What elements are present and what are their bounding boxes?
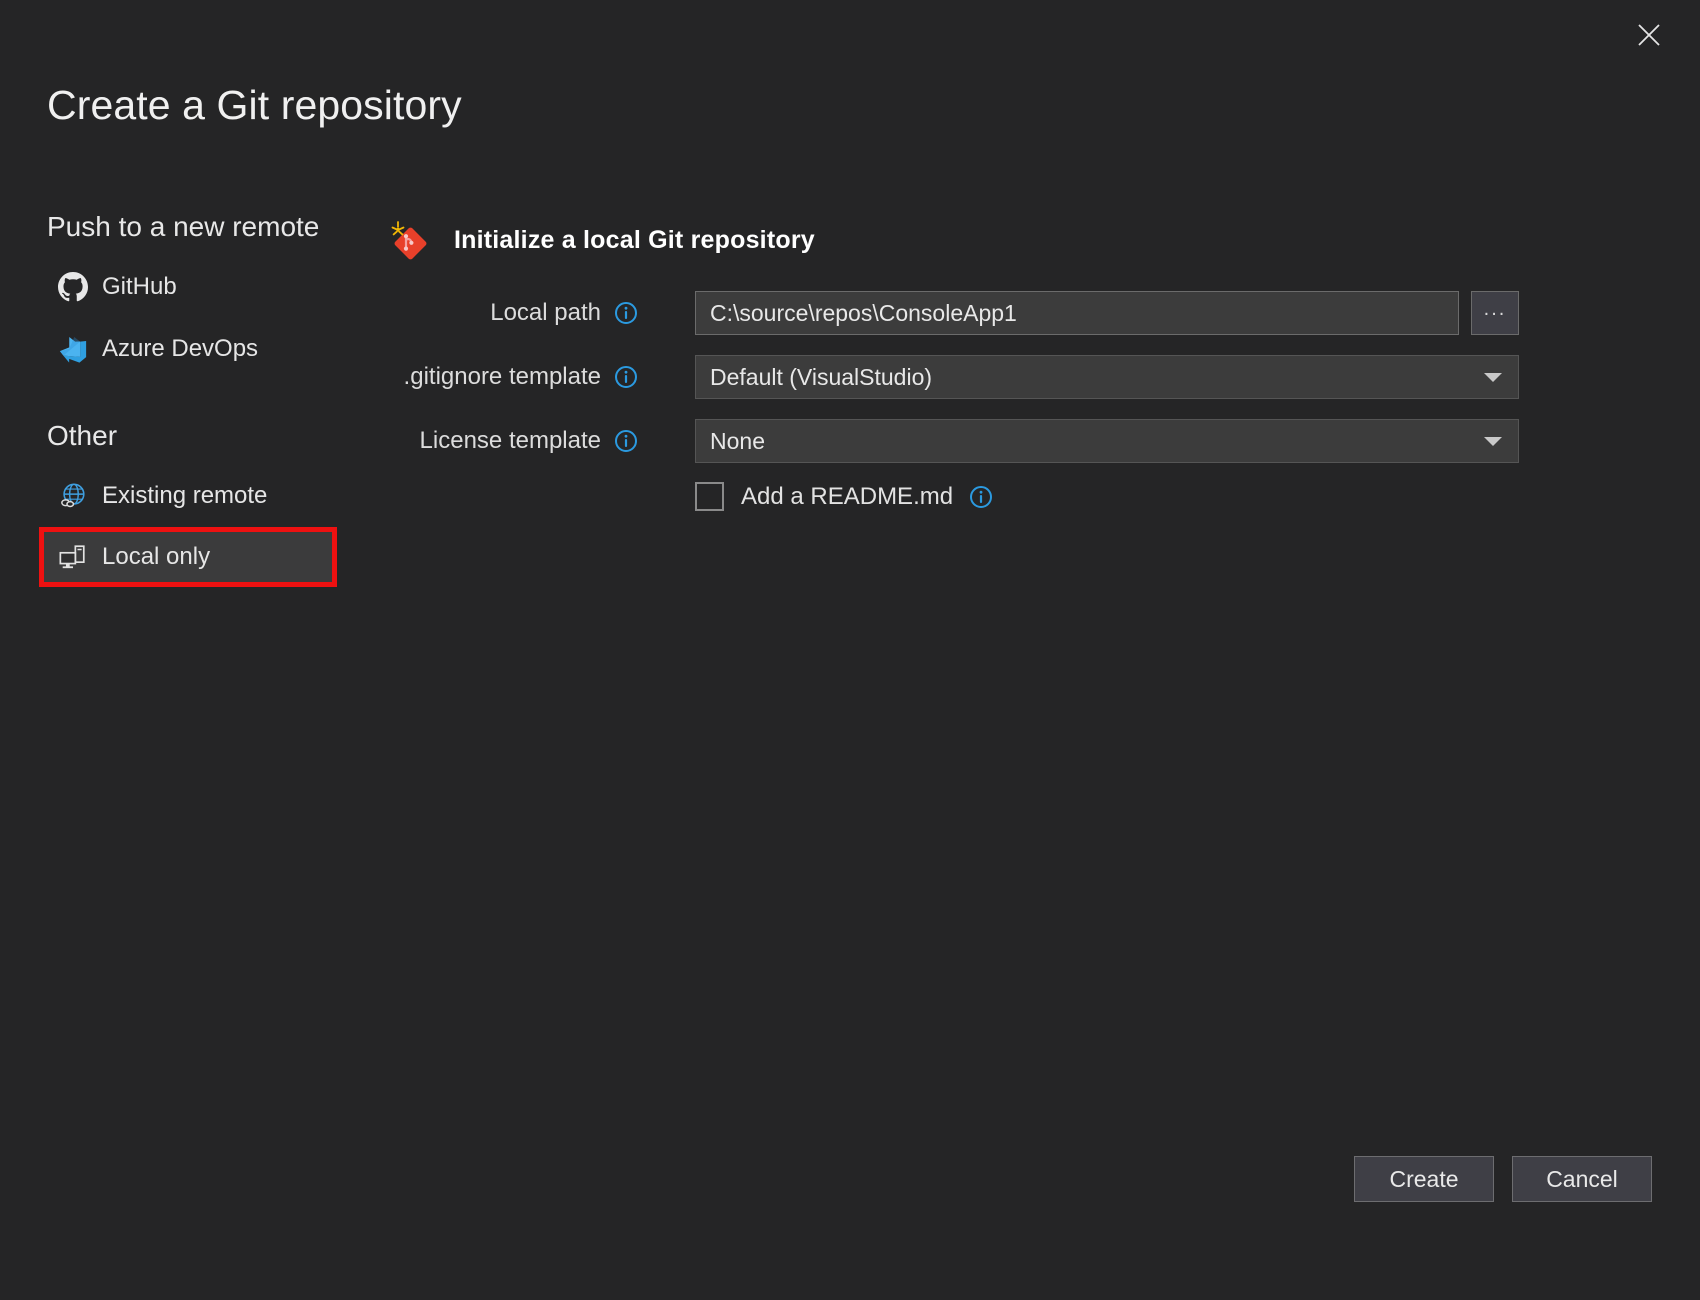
globe-link-icon [58,481,88,511]
info-icon[interactable] [969,485,993,509]
license-template-select[interactable]: None [695,419,1519,463]
add-readme-label: Add a README.md [741,483,953,511]
field-row-license-template: License template None [388,418,1658,464]
local-path-field-area: C:\source\repos\ConsoleApp1 ... [695,291,1519,335]
gitignore-template-value: Default (VisualStudio) [710,364,932,391]
sidebar: Push to a new remote GitHub Azure DevOps… [0,212,370,582]
sidebar-item-label: Existing remote [102,482,267,510]
field-row-add-readme: Add a README.md [388,482,1658,511]
sidebar-item-label: Local only [102,543,210,571]
azure-devops-icon [58,334,88,364]
license-field-area: None [695,419,1519,463]
license-template-value: None [710,428,765,455]
main-panel: Initialize a local Git repository Local … [388,218,1658,511]
sidebar-group-heading-push-to-new-remote: Push to a new remote [0,212,370,243]
create-button[interactable]: Create [1354,1156,1494,1202]
field-row-local-path: Local path C:\source\repos\ConsoleApp1 .… [388,290,1658,336]
local-computer-icon [58,542,88,572]
git-repository-icon [388,218,432,262]
github-icon [58,272,88,302]
field-row-gitignore-template: .gitignore template Default (VisualStudi… [388,354,1658,400]
info-icon[interactable] [614,429,638,453]
license-template-label: License template [388,427,638,455]
info-icon[interactable] [614,301,638,325]
browse-local-path-button[interactable]: ... [1471,291,1519,335]
sidebar-item-existing-remote[interactable]: Existing remote [0,470,370,522]
cancel-button[interactable]: Cancel [1512,1156,1652,1202]
gitignore-template-label: .gitignore template [388,363,638,391]
sidebar-item-local-only[interactable]: Local only [44,532,332,582]
chevron-down-icon [1484,373,1502,382]
page-title: Create a Git repository [47,85,462,126]
sidebar-group-heading-other: Other [0,421,370,452]
panel-title: Initialize a local Git repository [454,226,815,255]
sidebar-item-label: Azure DevOps [102,335,258,363]
sidebar-item-label: GitHub [102,273,177,301]
sidebar-item-azure-devops[interactable]: Azure DevOps [0,323,370,375]
info-icon[interactable] [614,365,638,389]
local-path-label-text: Local path [490,299,601,327]
dialog-footer: Create Cancel [1354,1156,1652,1202]
local-path-input[interactable]: C:\source\repos\ConsoleApp1 [695,291,1459,335]
create-git-repository-dialog: Create a Git repository Push to a new re… [0,0,1700,1300]
panel-header: Initialize a local Git repository [388,218,1658,262]
gitignore-template-label-text: .gitignore template [404,363,601,391]
add-readme-checkbox[interactable] [695,482,724,511]
sidebar-item-github[interactable]: GitHub [0,261,370,313]
gitignore-template-select[interactable]: Default (VisualStudio) [695,355,1519,399]
gitignore-field-area: Default (VisualStudio) [695,355,1519,399]
close-icon[interactable] [1626,12,1672,58]
license-template-label-text: License template [420,427,601,455]
local-path-label: Local path [388,299,638,327]
chevron-down-icon [1484,437,1502,446]
